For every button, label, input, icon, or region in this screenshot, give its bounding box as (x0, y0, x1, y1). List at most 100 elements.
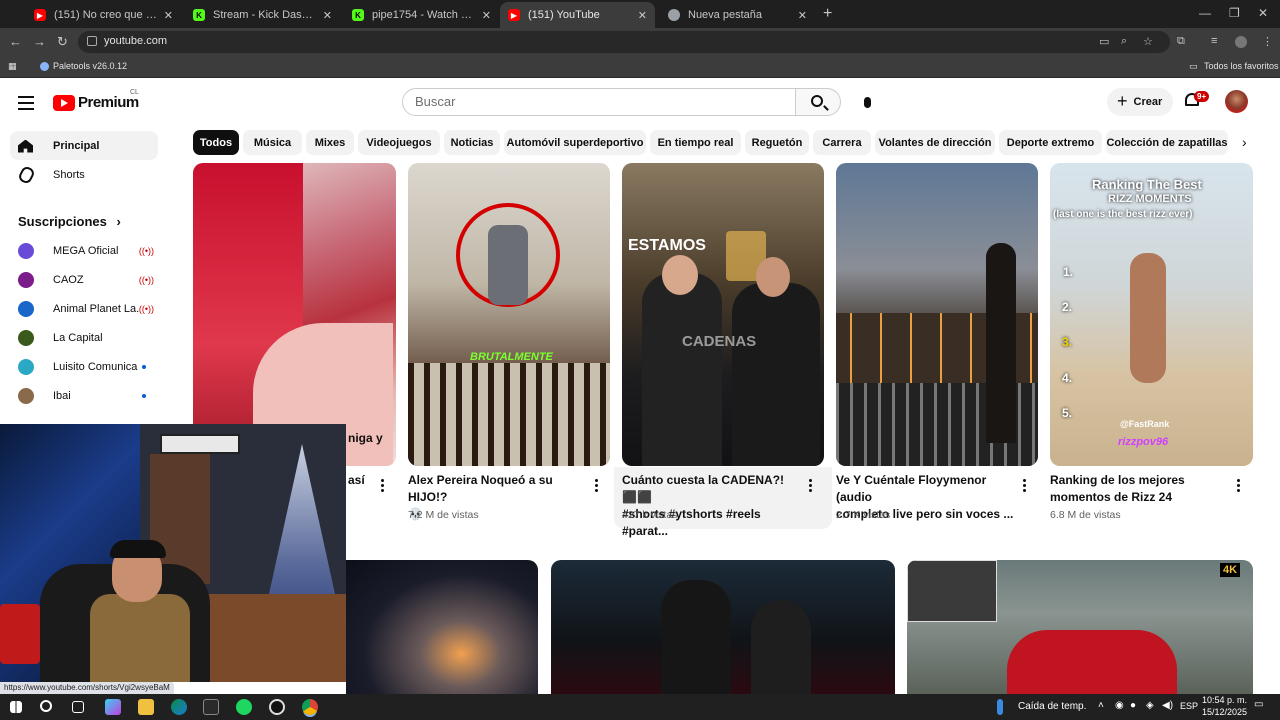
close-tab-icon[interactable]: ✕ (323, 9, 332, 22)
media-icon[interactable]: ≡ (1211, 35, 1217, 47)
url-text[interactable]: youtube.com (104, 35, 167, 47)
close-tab-icon[interactable]: ✕ (638, 9, 647, 22)
channel-name: MEGA Oficial (53, 244, 119, 257)
more-options-icon[interactable] (809, 479, 813, 493)
extensions-icon[interactable]: ⧉ (1177, 35, 1185, 48)
chevron-right-icon[interactable]: › (1242, 134, 1247, 150)
bookmark-star-icon[interactable]: ☆ (1143, 35, 1153, 48)
clock-date[interactable]: 15/12/2025 (1202, 707, 1247, 717)
all-bookmarks-link[interactable]: Todos los favoritos (1204, 61, 1279, 71)
browser-tab[interactable]: Nueva pestaña ✕ (660, 2, 815, 28)
youtube-premium-logo[interactable]: Premium CL (53, 89, 139, 111)
close-window-icon[interactable]: ✕ (1258, 6, 1268, 20)
youtube-favicon-icon: ▶ (34, 9, 46, 21)
short-thumbnail[interactable] (193, 163, 396, 466)
sidebar-channel[interactable]: Animal Planet La... ((•)) (10, 294, 158, 323)
video-thumbnail[interactable] (551, 560, 895, 694)
edge-icon[interactable] (171, 699, 187, 715)
hamburger-menu-icon[interactable] (18, 96, 34, 114)
browser-tab[interactable]: ▶ (151) No creo que la cosa haya ✕ (26, 2, 181, 28)
notification-center-icon[interactable]: ▭ (1254, 699, 1263, 710)
more-options-icon[interactable] (595, 479, 599, 493)
sidebar-item-shorts[interactable]: Shorts (10, 160, 158, 189)
search-icon[interactable] (40, 700, 52, 712)
rank-label: 3. (1062, 335, 1073, 349)
clock-time[interactable]: 10:54 p. m. (1202, 695, 1247, 705)
chip[interactable]: Música (243, 130, 302, 155)
store-icon[interactable] (203, 699, 219, 715)
chip-todos[interactable]: Todos (193, 130, 239, 155)
chip[interactable]: Carrera (813, 130, 871, 155)
forward-icon[interactable]: → (33, 34, 46, 49)
chip[interactable]: Noticias (444, 130, 500, 155)
chip[interactable]: En tiempo real (650, 130, 741, 155)
chrome-icon[interactable] (302, 699, 318, 715)
language-indicator[interactable]: ESP (1180, 701, 1198, 711)
more-options-icon[interactable] (1237, 479, 1241, 493)
chip[interactable]: Deporte extremo (999, 130, 1102, 155)
chevron-up-icon[interactable]: ˄ (1098, 700, 1104, 711)
spotify-icon[interactable] (236, 699, 252, 715)
more-options-icon[interactable] (1023, 479, 1027, 493)
menu-icon[interactable]: ⋮ (1262, 35, 1273, 48)
link-preview-status: https://www.youtube.com/shorts/Vgi2wsyeB… (0, 682, 174, 694)
task-view-icon[interactable] (72, 701, 84, 713)
chip[interactable]: Automóvil superdeportivo (504, 130, 646, 155)
new-tab-icon[interactable]: + (823, 5, 832, 23)
sidebar-channel[interactable]: La Capital (10, 323, 158, 352)
video-thumbnail[interactable] (346, 560, 538, 694)
short-title[interactable]: Ranking de los mejores momentos de Rizz … (1050, 472, 1230, 506)
back-icon[interactable]: ← (9, 34, 22, 49)
close-tab-icon[interactable]: ✕ (482, 9, 491, 22)
windows-taskbar: Caída de temp. ˄ ◉ ● ◈ ◀) ESP 10:54 p. m… (0, 694, 1280, 720)
sidebar-channel[interactable]: MEGA Oficial ((•)) (10, 236, 158, 265)
more-options-icon[interactable] (381, 479, 385, 493)
tray-icon[interactable]: ◉ (1115, 700, 1124, 711)
browser-tab-active[interactable]: ▶ (151) YouTube ✕ (500, 2, 655, 28)
chip[interactable]: Mixes (306, 130, 354, 155)
bookmark-paletools[interactable]: Paletools v26.0.12 (53, 61, 127, 71)
account-avatar[interactable] (1225, 90, 1248, 113)
file-explorer-icon[interactable] (138, 699, 154, 715)
chip[interactable]: Volantes de dirección (875, 130, 995, 155)
short-title-partial[interactable]: niga y (348, 430, 388, 447)
copilot-icon[interactable] (105, 699, 121, 715)
create-button[interactable]: + Crear (1107, 88, 1173, 116)
security-icon[interactable]: ◈ (1146, 700, 1154, 711)
site-info-icon[interactable] (87, 36, 97, 46)
windows-start-icon[interactable] (10, 701, 22, 713)
close-tab-icon[interactable]: ✕ (798, 9, 807, 22)
search-button[interactable] (795, 88, 841, 116)
restore-icon[interactable]: ❐ (1229, 6, 1240, 20)
apps-grid-icon[interactable]: ▦ (8, 61, 17, 72)
short-title[interactable]: Cuánto cuesta la CADENA?! ⬛⬛ #shorts #yt… (622, 472, 802, 540)
weather-text[interactable]: Caída de temp. (1018, 701, 1086, 712)
reload-icon[interactable]: ↻ (57, 34, 68, 50)
omnibox[interactable]: youtube.com (78, 31, 1170, 53)
short-thumbnail[interactable] (836, 163, 1038, 466)
cast-icon[interactable]: ▭ (1099, 35, 1109, 48)
sidebar-channel[interactable]: Luisito Comunica (10, 352, 158, 381)
voice-search-button[interactable] (852, 88, 882, 116)
chip[interactable]: Colección de zapatillas (1106, 130, 1228, 155)
volume-icon[interactable]: ◀) (1162, 700, 1173, 711)
obs-icon[interactable] (269, 699, 285, 715)
subscriptions-heading[interactable]: Suscripciones › (18, 214, 121, 229)
short-thumbnail[interactable]: BRUTALMENTE (408, 163, 610, 466)
chip[interactable]: Reguetón (745, 130, 809, 155)
browser-tab[interactable]: K Stream - Kick Dashboard ✕ (185, 2, 340, 28)
minimize-icon[interactable]: — (1199, 6, 1211, 20)
sidebar-channel[interactable]: Ibai (10, 381, 158, 410)
short-thumbnail[interactable]: Ranking The Best RIZZ MOMENTS (last one … (1050, 163, 1253, 466)
close-tab-icon[interactable]: ✕ (164, 9, 173, 22)
search-input[interactable] (415, 94, 785, 109)
chip[interactable]: Videojuegos (358, 130, 440, 155)
microphone-icon[interactable]: ● (1130, 700, 1136, 711)
zoom-icon[interactable]: ⌕ (1121, 35, 1127, 48)
profile-icon[interactable] (1235, 36, 1247, 48)
video-thumbnail[interactable]: 4K (907, 560, 1253, 694)
short-thumbnail[interactable]: ESTAMOS CADENAS (622, 163, 824, 466)
sidebar-channel[interactable]: CAOZ ((•)) (10, 265, 158, 294)
sidebar-item-principal[interactable]: Principal (10, 131, 158, 160)
browser-tab[interactable]: K pipe1754 - Watch clips on Kick ✕ (344, 2, 499, 28)
